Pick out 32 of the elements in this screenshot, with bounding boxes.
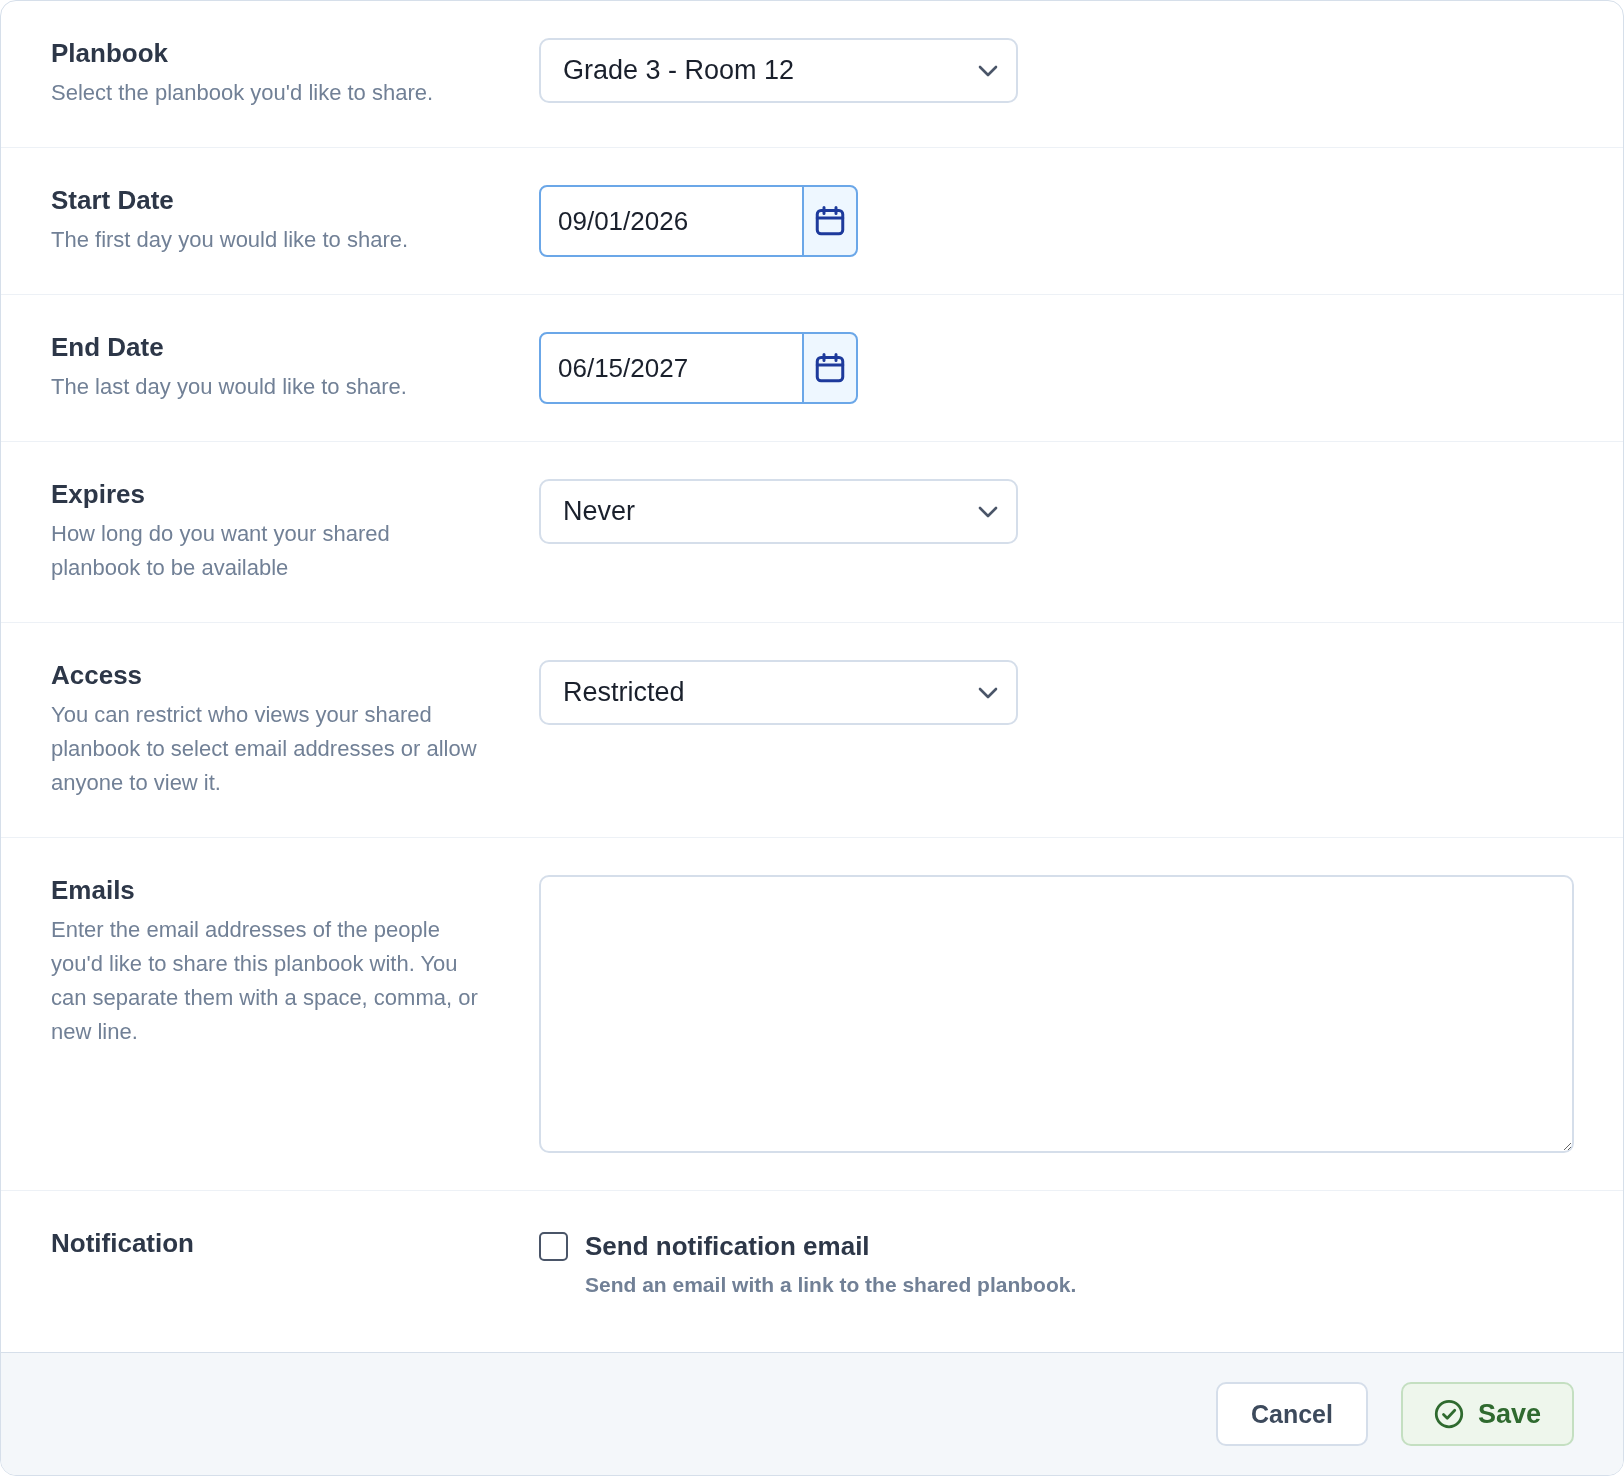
dropdown-select[interactable]: Grade 3 - Room 12 [539, 38, 1018, 103]
date-field[interactable]: 06/15/2027 [539, 332, 803, 404]
date-field[interactable]: 09/01/2026 [539, 185, 803, 257]
field-description: How long do you want your shared planbook to be available [51, 520, 391, 582]
calendar-button[interactable] [803, 332, 858, 404]
field-label: Access [51, 660, 144, 690]
chevron-down-icon [978, 64, 998, 77]
dropdown-select[interactable]: Restricted [539, 660, 1018, 725]
field-label: Start Date [51, 185, 175, 215]
dropdown-select[interactable]: Never [539, 479, 1018, 544]
field-label: Emails [51, 875, 136, 905]
checkbox-hint: Send an email with a link to the shared planbook. [585, 1272, 1078, 1298]
field-label: End Date [51, 332, 165, 362]
save-button[interactable]: Save [1400, 1382, 1574, 1446]
field-label: Notification [51, 1228, 195, 1258]
check-circle-icon [1433, 1399, 1464, 1429]
field-description: You can restrict who views your shared planbook to select email addresses or allow anyone to view it. [51, 701, 478, 797]
calendar-icon [815, 206, 845, 236]
checkbox[interactable] [539, 1231, 568, 1261]
calendar-button[interactable] [803, 185, 858, 257]
cancel-button[interactable]: Cancel [1215, 1382, 1368, 1446]
chevron-down-icon [978, 686, 998, 699]
checkbox-label: Send notification email [585, 1230, 870, 1263]
field-description: The last day you would like to share. [51, 373, 408, 401]
chevron-down-icon [978, 505, 998, 518]
field-description: Enter the email addresses of the people you'd like to share this planbook with. You can separate them with a space, comma, or new line. [51, 916, 479, 1046]
calendar-icon [815, 353, 845, 383]
field-description: Select the planbook you'd like to share. [51, 79, 435, 107]
field-label: Expires [51, 479, 146, 509]
field-description: The first day you would like to share. [51, 226, 410, 254]
field-label: Planbook [51, 38, 169, 68]
text-area-field[interactable] [539, 875, 1574, 1153]
